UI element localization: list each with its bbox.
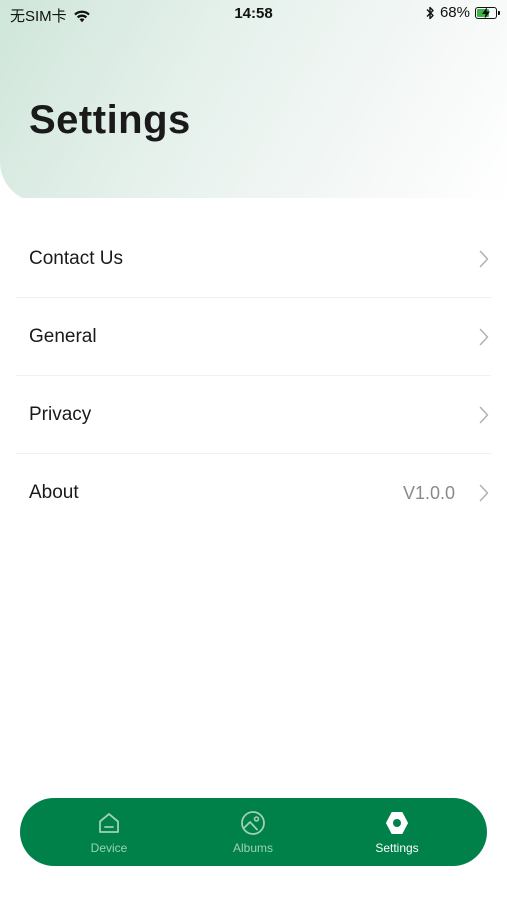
row-label: Privacy <box>29 403 92 425</box>
albums-icon <box>240 810 266 836</box>
row-label: About <box>29 482 79 503</box>
page-title: Settings <box>29 98 191 142</box>
tab-device[interactable]: Device <box>59 798 159 866</box>
row-label: General <box>29 325 97 347</box>
settings-row-contact-us[interactable]: Contact Us <box>16 220 491 298</box>
settings-screen: 无SIM卡 14:58 68% Settings Contact Us Gene… <box>0 0 507 900</box>
battery-percent: 68% <box>439 4 470 21</box>
row-label: Contact Us <box>29 247 123 269</box>
settings-list: Contact Us General Privacy About V1.0.0 <box>0 220 507 532</box>
battery-icon <box>475 6 500 19</box>
settings-row-general[interactable]: General <box>16 298 491 376</box>
battery-tip <box>498 10 500 15</box>
version-value: V1.0.0 <box>402 482 455 503</box>
status-bar: 无SIM卡 14:58 68% <box>0 0 507 28</box>
chevron-right-icon <box>477 483 491 503</box>
settings-icon <box>384 810 410 836</box>
tab-label: Settings <box>375 840 419 855</box>
tab-albums[interactable]: Albums <box>203 798 303 866</box>
home-icon <box>96 810 122 836</box>
status-right: 68% <box>425 4 500 21</box>
charging-bolt-icon <box>482 6 490 19</box>
chevron-right-icon <box>477 249 491 269</box>
tab-label: Albums <box>232 840 273 855</box>
tab-settings[interactable]: Settings <box>347 798 447 866</box>
chevron-right-icon <box>477 327 491 347</box>
bottom-tab-bar: Device Albums Settings <box>20 798 487 866</box>
settings-row-privacy[interactable]: Privacy <box>16 376 491 454</box>
bluetooth-icon <box>425 6 435 20</box>
tab-label: Device <box>90 840 128 855</box>
settings-row-about[interactable]: About V1.0.0 <box>16 454 491 532</box>
chevron-right-icon <box>477 405 491 425</box>
